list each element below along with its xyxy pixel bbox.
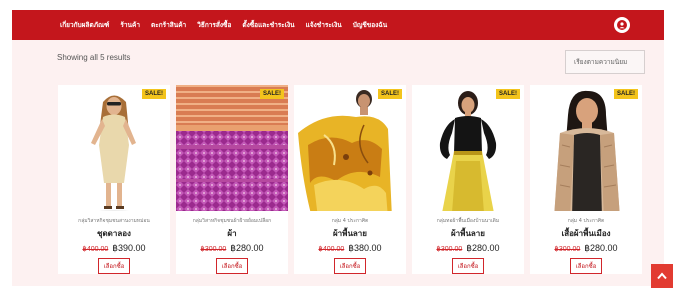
woman-black-top-yellow-skirt-image — [412, 85, 524, 211]
product-price: ฿400.00 ฿380.00 — [318, 243, 381, 254]
shop-content: Showing all 5 results เรียงตามความนิยม S… — [12, 40, 664, 286]
sale-badge: SALE! — [614, 89, 638, 99]
nav-item-shop[interactable]: ร้านค้า — [120, 20, 140, 30]
product-category[interactable]: กลุ่ม 4 ประกาศิต — [568, 217, 605, 225]
product-price: ฿300.00 ฿280.00 — [200, 243, 263, 254]
sale-badge: SALE! — [260, 89, 284, 99]
nav-item-how-to-order[interactable]: วิธีการสั่งซื้อ — [197, 20, 231, 30]
product-category[interactable]: กลุ่ม 4 ประกาศิต — [332, 217, 369, 225]
regular-price: ฿400.00 — [82, 246, 109, 253]
select-options-button[interactable]: เลือกซื้อ — [215, 258, 249, 274]
regular-price: ฿300.00 — [554, 246, 581, 253]
select-options-button[interactable]: เลือกซื้อ — [451, 258, 485, 274]
user-circle-icon — [617, 20, 627, 30]
product-name[interactable]: ผ้าพื้นลาย — [451, 227, 485, 240]
product-card[interactable]: SALE! กลุ่ม 4 ประกาศิต เสื้อผ้าพื้นเมือง… — [530, 85, 642, 274]
woman-cream-dress-image — [58, 85, 170, 211]
sale-price: ฿280.00 — [230, 243, 264, 253]
product-image[interactable]: SALE! — [176, 85, 288, 211]
product-category[interactable]: กลุ่มวิสาหกิจชุมชนผ้าฝ้ายย้อมเปลือก — [193, 217, 271, 225]
account-button[interactable] — [614, 17, 630, 33]
product-price: ฿300.00 ฿280.00 — [436, 243, 499, 254]
regular-price: ฿300.00 — [436, 246, 463, 253]
product-image[interactable]: SALE! — [530, 85, 642, 211]
sale-price: ฿380.00 — [348, 243, 382, 253]
product-name[interactable]: ผ้า — [227, 227, 236, 240]
product-card[interactable]: SALE! กลุ่มวิสาหกิจชุมชนผ้าฝ้ายย้อมเปลือ… — [176, 85, 288, 274]
select-options-button[interactable]: เลือกซื้อ — [97, 258, 131, 274]
product-card[interactable]: SALE! กลุ่ม 4 ประกาศิต ผ้าพื้นลาย ฿400.0… — [294, 85, 406, 274]
nav-item-cart[interactable]: ตะกร้าสินค้า — [151, 20, 186, 30]
product-image[interactable]: SALE! — [294, 85, 406, 211]
product-name[interactable]: ชุดดาลอง — [97, 227, 131, 240]
woman-beige-shawl-image — [530, 85, 642, 211]
product-price: ฿400.00 ฿390.00 — [82, 243, 145, 254]
sale-price: ฿280.00 — [466, 243, 500, 253]
purple-woven-fabric-image — [176, 85, 288, 211]
product-image[interactable]: SALE! — [412, 85, 524, 211]
sale-price: ฿280.00 — [584, 243, 618, 253]
sort-select[interactable]: เรียงตามความนิยม — [565, 50, 645, 74]
nav-item-about[interactable]: เกี่ยวกับผลิตภัณฑ์ — [60, 20, 109, 30]
product-category[interactable]: กลุ่มวิสาหกิจชุมชนสานงามหม่อน — [78, 217, 150, 225]
chevron-up-icon — [657, 272, 667, 280]
nav-item-order-payment[interactable]: ตั้งซื้อและชำระเงิน — [242, 20, 294, 30]
woman-gold-silk-image — [294, 85, 406, 211]
product-category[interactable]: กลุ่มทอผ้าพื้นเมืองบ้านนาเดิม — [437, 217, 499, 225]
nav-item-my-account[interactable]: บัญชีของฉัน — [353, 20, 387, 30]
select-options-button[interactable]: เลือกซื้อ — [333, 258, 367, 274]
product-name[interactable]: ผ้าพื้นลาย — [333, 227, 367, 240]
scroll-to-top-button[interactable] — [651, 264, 673, 288]
sale-badge: SALE! — [378, 89, 402, 99]
product-name[interactable]: เสื้อผ้าพื้นเมือง — [561, 227, 610, 240]
product-grid: SALE! กลุ่มวิสาหกิจชุมชนสานงามหม่อน ชุดด… — [58, 85, 642, 274]
regular-price: ฿300.00 — [200, 246, 227, 253]
product-card[interactable]: SALE! กลุ่มวิสาหกิจชุมชนสานงามหม่อน ชุดด… — [58, 85, 170, 274]
product-image[interactable]: SALE! — [58, 85, 170, 211]
sale-badge: SALE! — [496, 89, 520, 99]
regular-price: ฿400.00 — [318, 246, 345, 253]
nav-item-payment-notify[interactable]: แจ้งชำระเงิน — [306, 20, 342, 30]
product-price: ฿300.00 ฿280.00 — [554, 243, 617, 254]
top-navbar: เกี่ยวกับผลิตภัณฑ์ ร้านค้า ตะกร้าสินค้า … — [12, 10, 664, 40]
sale-badge: SALE! — [142, 89, 166, 99]
product-card[interactable]: SALE! กลุ่มทอผ้าพื้นเมืองบ้านนาเดิม ผ้าพ… — [412, 85, 524, 274]
select-options-button[interactable]: เลือกซื้อ — [569, 258, 603, 274]
sale-price: ฿390.00 — [112, 243, 146, 253]
result-count: Showing all 5 results — [57, 53, 131, 62]
